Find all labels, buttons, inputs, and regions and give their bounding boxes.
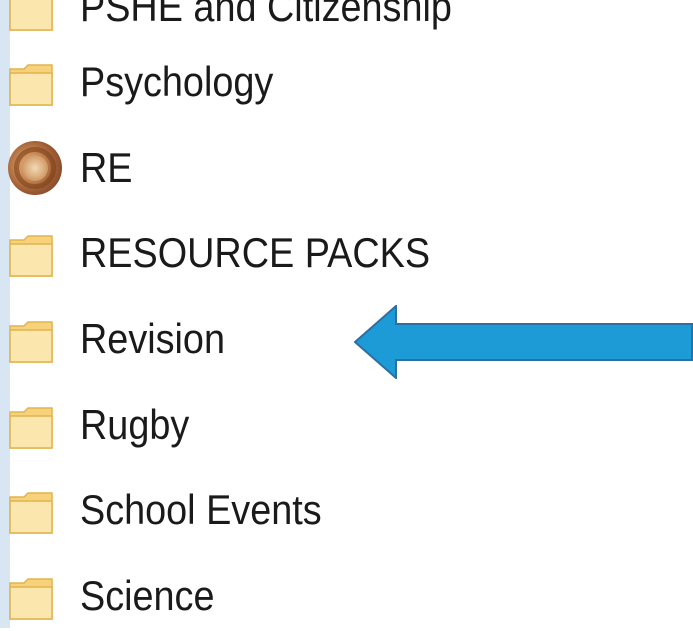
list-item-label: Rugby [80,401,190,448]
list-item-label: RE [80,144,133,191]
folder-icon [9,492,53,534]
list-item[interactable]: PSHE and Citizenship [0,0,600,42]
folder-icon [9,0,53,31]
list-item[interactable]: School Events [0,475,600,545]
folder-icon [9,407,53,449]
list-item-label: Science [80,572,215,619]
list-item[interactable]: Rugby [0,390,600,460]
annotation-arrow-icon [354,305,693,379]
list-item[interactable]: Science [0,561,600,631]
folder-icon [9,578,53,620]
list-item-label: PSHE and Citizenship [80,0,452,30]
avatar-face [22,155,48,181]
folder-icon [9,235,53,277]
avatar [8,141,62,195]
list-item[interactable]: Psychology [0,47,600,117]
folder-icon [9,64,53,106]
list-item[interactable]: RESOURCE PACKS [0,218,600,288]
list-item-label: RESOURCE PACKS [80,229,431,276]
list-item[interactable]: RE [0,133,600,203]
list-item-label: School Events [80,486,322,533]
folder-icon [9,321,53,363]
list-item-label: Revision [80,315,225,362]
list-item-label: Psychology [80,58,274,105]
